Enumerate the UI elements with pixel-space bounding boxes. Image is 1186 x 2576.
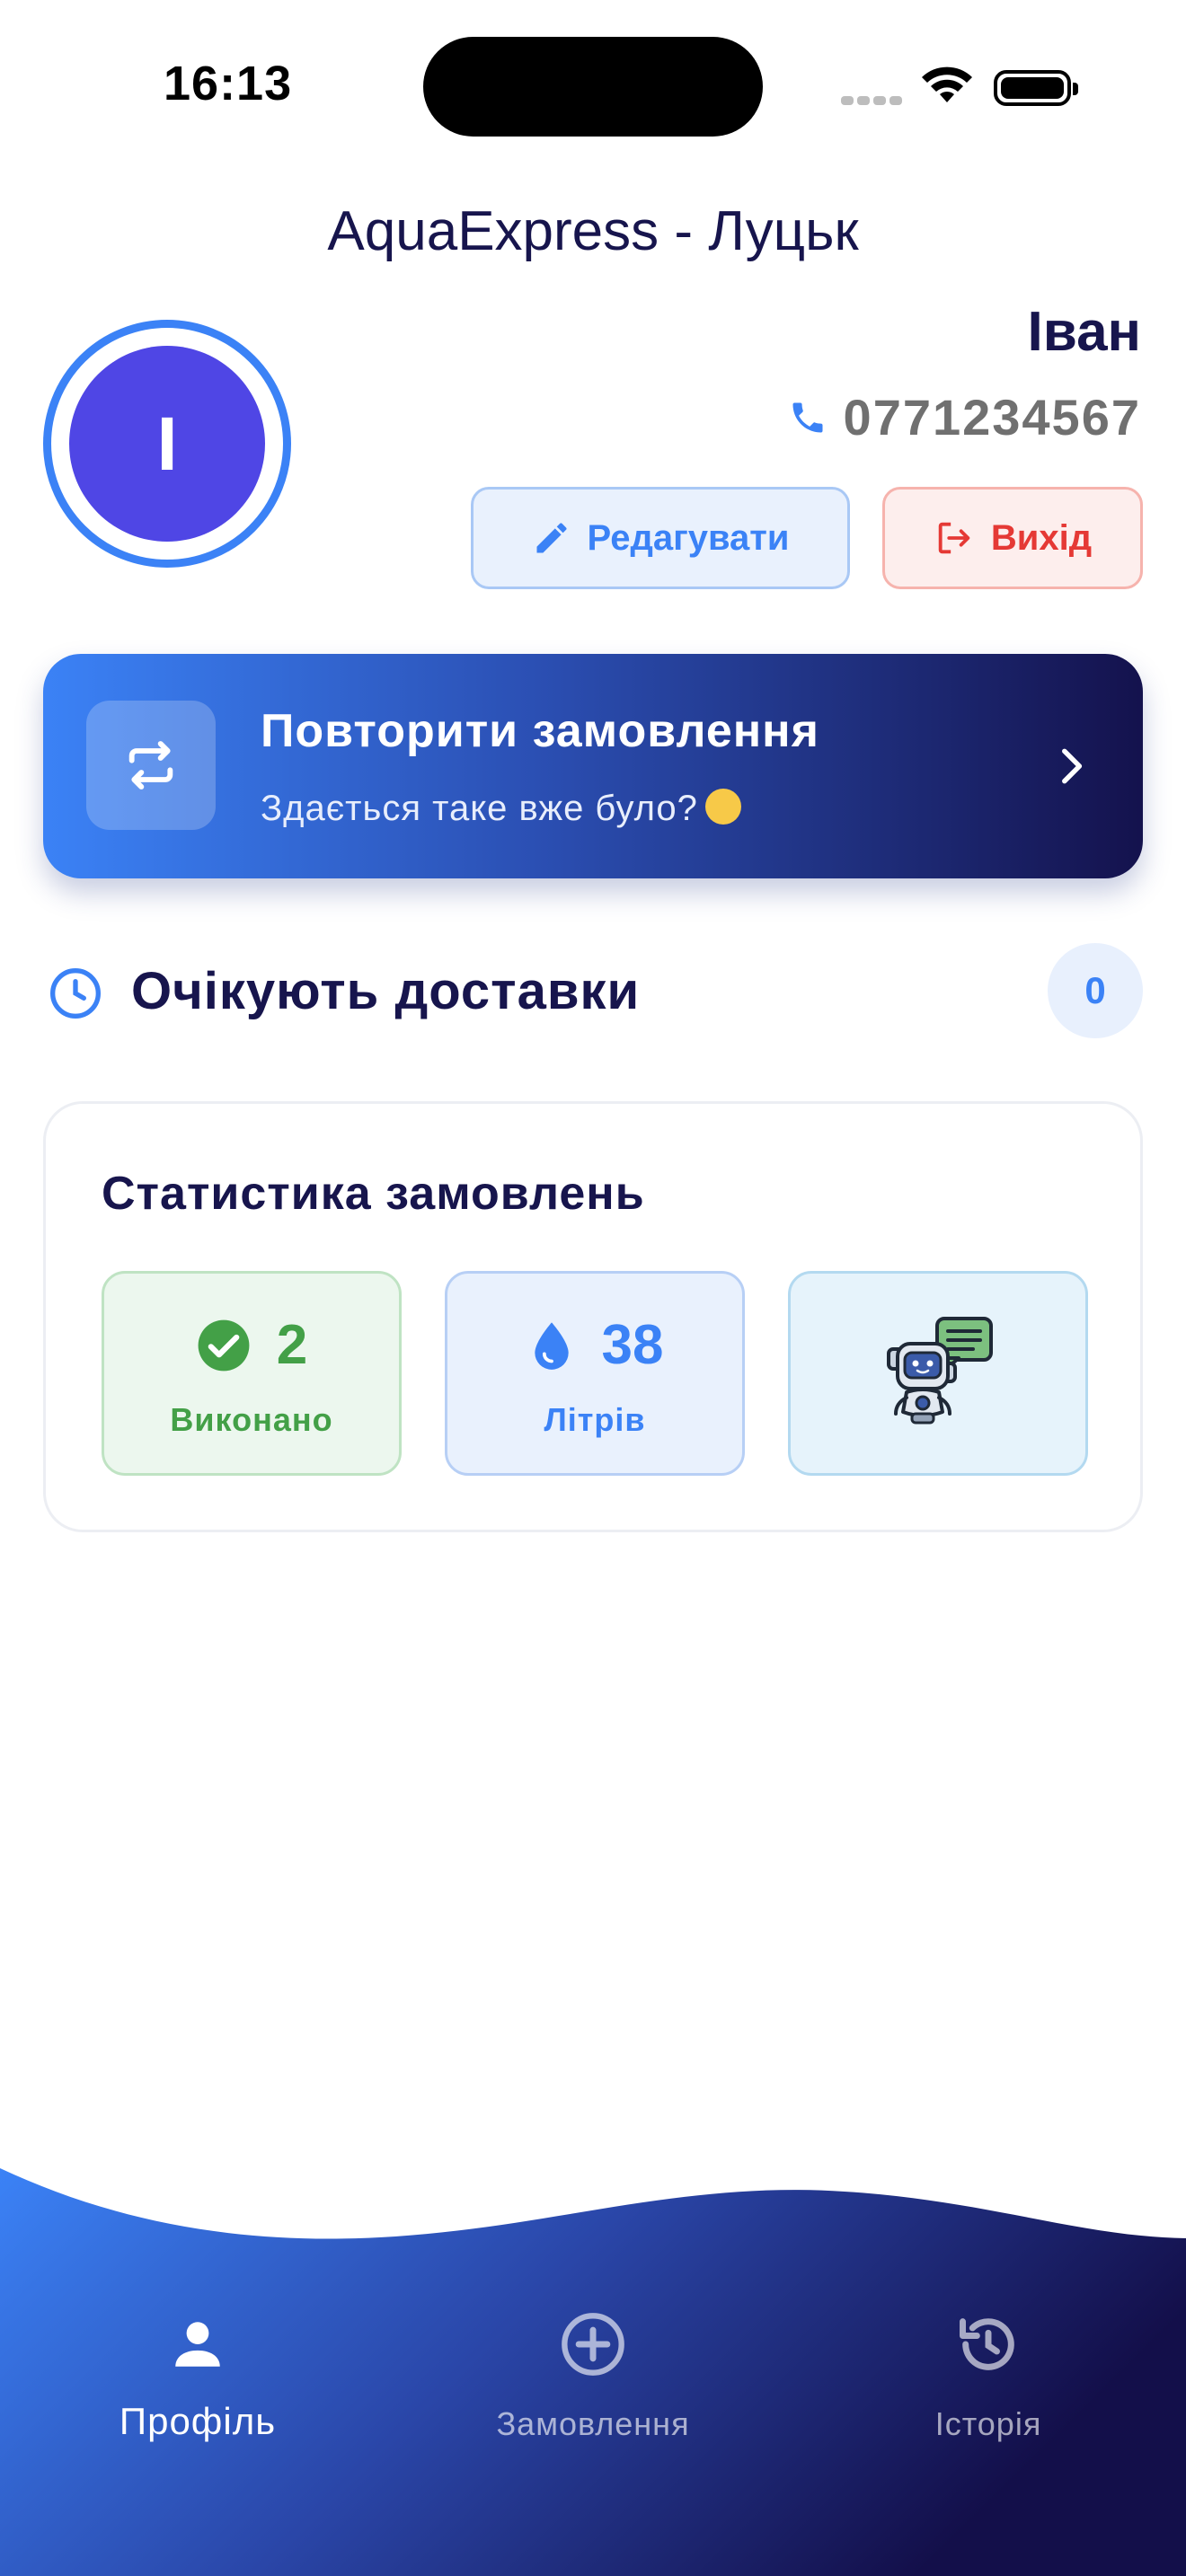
stat-liters: 38 Літрів	[445, 1271, 745, 1476]
logout-label: Вихід	[990, 517, 1093, 558]
user-name: Іван	[1027, 301, 1141, 363]
avatar-initial: І	[69, 346, 265, 542]
add-circle-icon	[562, 2313, 624, 2376]
phone-icon	[792, 402, 823, 432]
battery-icon	[994, 70, 1078, 106]
chatbot-button[interactable]	[788, 1271, 1088, 1476]
pending-delivery-section[interactable]: Очікують доставки 0	[43, 943, 1143, 1042]
repeat-order-card[interactable]: Повторити замовлення Здається таке вже б…	[43, 654, 1143, 878]
phone-number: 0771234567	[843, 389, 1141, 446]
water-drop-icon	[534, 1321, 569, 1370]
pencil-icon	[536, 523, 566, 553]
check-circle-icon	[198, 1319, 250, 1371]
logout-button[interactable]: Вихід	[882, 487, 1143, 589]
repeat-order-title: Повторити замовлення	[261, 705, 819, 757]
face-with-monocle-icon	[704, 789, 741, 825]
status-bar: 16:13	[0, 0, 1186, 171]
nav-item-orders[interactable]: Замовлення	[458, 2308, 728, 2443]
wifi-icon	[922, 66, 972, 102]
status-time: 16:13	[164, 57, 293, 110]
stat-completed: 2 Виконано	[102, 1271, 402, 1476]
cellular-signal-icon	[841, 93, 906, 110]
completed-value: 2	[276, 1314, 308, 1376]
phone-row: 0771234567	[788, 388, 1141, 446]
bottom-navigation: Профіль Замовлення Історія	[0, 2165, 1186, 2576]
status-icons	[841, 66, 1084, 106]
repeat-icon	[86, 701, 216, 830]
history-icon	[960, 2318, 1014, 2370]
nav-item-profile[interactable]: Профіль	[63, 2308, 332, 2443]
edit-profile-button[interactable]: Редагувати	[471, 487, 850, 589]
nav-label-profile: Профіль	[119, 2400, 277, 2442]
liters-label: Літрів	[544, 1401, 646, 1438]
order-stats-card: Статистика замовлень 2 Виконано 38 Літрі…	[43, 1101, 1143, 1532]
chatbot-icon	[887, 1317, 993, 1425]
pending-delivery-title: Очікують доставки	[131, 962, 641, 1020]
stats-title: Статистика замовлень	[102, 1168, 645, 1220]
chevron-right-icon	[1062, 748, 1083, 784]
repeat-order-subtitle-text: Здається таке вже було?	[261, 789, 698, 828]
nav-item-history[interactable]: Історія	[854, 2308, 1123, 2443]
person-icon	[175, 2322, 220, 2367]
logout-icon	[938, 522, 970, 554]
repeat-order-subtitle: Здається таке вже було?	[261, 789, 741, 829]
page-title: AquaExpress - Луцьк	[327, 200, 859, 262]
pending-count-badge: 0	[1048, 943, 1143, 1038]
liters-value: 38	[601, 1314, 664, 1376]
nav-label-orders: Замовлення	[496, 2405, 690, 2442]
clock-icon	[50, 968, 101, 1019]
completed-label: Виконано	[170, 1401, 333, 1438]
avatar: І	[43, 320, 291, 568]
dynamic-island	[423, 37, 763, 137]
edit-label: Редагувати	[587, 517, 790, 558]
nav-label-history: Історія	[934, 2405, 1042, 2442]
